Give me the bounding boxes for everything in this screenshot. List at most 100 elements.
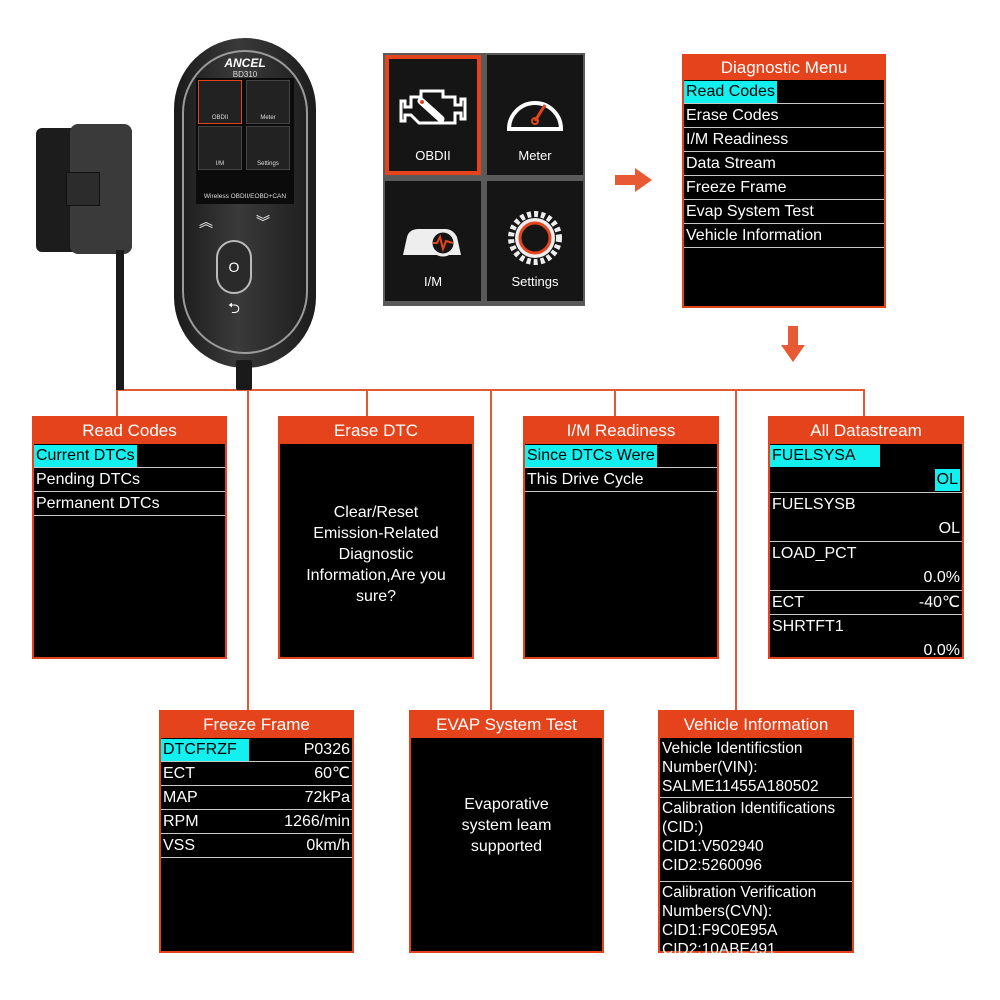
param-value: 0.0% — [923, 642, 960, 659]
menu-tile-meter[interactable]: Meter — [487, 55, 583, 175]
ok-button[interactable]: O — [216, 240, 252, 294]
menu-item-label: Vehicle Information — [686, 227, 823, 244]
menu-item-label: This Drive Cycle — [527, 471, 644, 488]
im-readiness-panel: I/M Readiness Since DTCs Were This Drive… — [523, 416, 719, 659]
freeze-item[interactable]: ECT 60℃ — [161, 762, 352, 786]
menu-item[interactable]: Read Codes — [684, 80, 884, 104]
message-line: Clear/Reset — [333, 504, 419, 521]
back-button[interactable]: ⮌ — [222, 298, 246, 318]
up-button[interactable]: ︽ — [196, 212, 216, 232]
device-footer-text: Wireless OBDII/EOBD+CAN — [203, 193, 287, 200]
vin-section: Vehicle Identificstion Number(VIN): SALM… — [660, 738, 852, 798]
main-menu-grid: OBDII Meter I/M Settings — [383, 53, 585, 306]
freeze-item[interactable]: DTCFRZF P0326 — [161, 738, 352, 762]
param-value: OL — [938, 520, 960, 537]
device-tile-meter: Meter — [260, 115, 276, 121]
diagnostic-menu-panel: Diagnostic Menu Read Codes Erase Codes I… — [682, 54, 886, 308]
datastream-item[interactable]: ECT -40℃ — [770, 591, 962, 615]
menu-tile-settings[interactable]: Settings — [487, 181, 583, 301]
param-value: 60℃ — [314, 765, 350, 782]
erase-dtc-panel: Erase DTC Clear/Reset Emission-Related D… — [278, 416, 474, 659]
datastream-item[interactable]: FUELSYSB OL — [770, 493, 962, 542]
connector-evap — [490, 389, 492, 711]
menu-item[interactable]: Current DTCs — [34, 444, 225, 468]
menu-item[interactable]: Permanent DTCs — [34, 492, 225, 516]
datastream-item[interactable]: FUELSYSA OL — [770, 444, 962, 493]
param-name: RPM — [163, 813, 199, 830]
menu-item-label: Since DTCs Were — [525, 444, 657, 467]
param-name: VSS — [163, 837, 196, 854]
datastream-item[interactable]: LOAD_PCT 0.0% — [770, 542, 962, 591]
menu-item-label: Erase Codes — [686, 107, 779, 124]
cid-section: Calibration Identifications (CID:) CID1:… — [660, 798, 852, 882]
device-brand: ANCEL — [224, 56, 266, 70]
menu-item[interactable]: Data Stream — [684, 152, 884, 176]
menu-item[interactable]: Evap System Test — [684, 200, 884, 224]
message-line: Diagnostic — [338, 546, 414, 563]
menu-item[interactable]: This Drive Cycle — [525, 468, 717, 492]
device-tile-settings: Settings — [257, 161, 279, 167]
cid-value: CID1:V502940 — [662, 838, 764, 855]
connector-freeze-frame — [247, 389, 249, 711]
panel-title: Diagnostic Menu — [684, 56, 884, 80]
menu-tile-obdii[interactable]: OBDII — [385, 55, 481, 175]
gear-icon — [508, 211, 562, 265]
car-scan-icon — [403, 229, 461, 257]
param-name: DTCFRZF — [161, 738, 249, 761]
param-name: FUELSYSB — [772, 496, 856, 513]
evap-message: Evaporative system leam supported — [411, 794, 602, 857]
freeze-item[interactable]: VSS 0km/h — [161, 834, 352, 858]
message-line: Emission-Related — [313, 525, 439, 542]
param-name: FUELSYSA — [770, 445, 880, 467]
message-line: Information,Are you — [306, 567, 446, 584]
connector-read-codes — [116, 389, 118, 417]
menu-item-label: Current DTCs — [34, 444, 137, 467]
menu-item-label: Evap System Test — [686, 203, 814, 220]
param-value: OL — [934, 469, 960, 491]
datastream-item[interactable]: SHRTFT1 0.0% — [770, 615, 962, 663]
panel-title: Read Codes — [34, 418, 225, 444]
info-line: Vehicle Identificstion — [662, 740, 803, 757]
menu-item[interactable]: Freeze Frame — [684, 176, 884, 200]
down-button[interactable]: ︾ — [253, 212, 273, 232]
param-value: P0326 — [303, 741, 350, 758]
menu-tile-label: I/M — [423, 274, 443, 289]
cid-value: CID2:5260096 — [662, 857, 762, 874]
param-value: 0.0% — [923, 569, 960, 586]
menu-item-label: Freeze Frame — [686, 179, 787, 196]
freeze-item[interactable]: MAP 72kPa — [161, 786, 352, 810]
menu-item[interactable]: Erase Codes — [684, 104, 884, 128]
menu-item-label: Permanent DTCs — [36, 495, 160, 512]
evap-test-panel: EVAP System Test Evaporative system leam… — [409, 710, 604, 953]
message-line: Evaporative — [464, 796, 549, 813]
freeze-item[interactable]: RPM 1266/min — [161, 810, 352, 834]
param-value: 0km/h — [306, 837, 350, 854]
param-name: ECT — [772, 594, 804, 611]
erase-confirm-message: Clear/Reset Emission-Related Diagnostic … — [280, 502, 472, 607]
message-line: supported — [470, 838, 543, 855]
freeze-frame-panel: Freeze Frame DTCFRZF P0326 ECT 60℃ MAP 72kP… — [159, 710, 354, 953]
param-value: 72kPa — [304, 789, 350, 806]
panel-title: Freeze Frame — [161, 712, 352, 738]
message-line: sure? — [355, 588, 397, 605]
panel-title: Vehicle Information — [660, 712, 852, 738]
menu-item[interactable]: Since DTCs Were — [525, 444, 717, 468]
panel-title: Erase DTC — [280, 418, 472, 444]
menu-item[interactable]: I/M Readiness — [684, 128, 884, 152]
panel-title: All Datastream — [770, 418, 962, 444]
param-name: ECT — [163, 765, 195, 782]
panel-title: EVAP System Test — [411, 712, 602, 738]
info-line: Calibration Identifications — [662, 800, 836, 817]
param-name: MAP — [163, 789, 198, 806]
read-codes-panel: Read Codes Current DTCs Pending DTCs Per… — [32, 416, 227, 659]
menu-item-label: I/M Readiness — [686, 131, 789, 148]
vehicle-info-panel: Vehicle Information Vehicle Identificsti… — [658, 710, 854, 958]
device-tile-im: I/M — [215, 161, 225, 167]
menu-item[interactable]: Vehicle Information — [684, 224, 884, 248]
menu-item-label: Data Stream — [686, 155, 776, 172]
param-value: 1266/min — [284, 813, 350, 830]
vin-value: SALME11455A180502 — [662, 778, 819, 795]
menu-tile-im[interactable]: I/M — [385, 181, 481, 301]
menu-tile-label: OBDII — [415, 148, 451, 163]
menu-item[interactable]: Pending DTCs — [34, 468, 225, 492]
